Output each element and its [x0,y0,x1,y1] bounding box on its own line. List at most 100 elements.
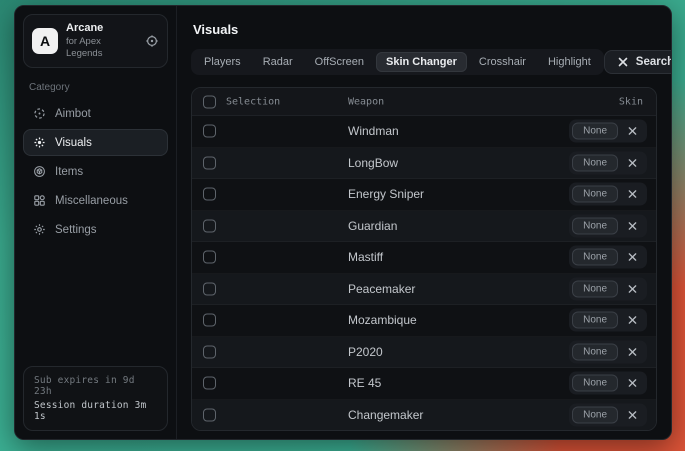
table-row: LongBow None [192,148,656,180]
table-row: Guardian None [192,211,656,243]
weapon-name: Guardian [348,219,397,233]
table-row: RE 45 None [192,368,656,400]
row-checkbox[interactable] [203,188,216,201]
table-row: Mastiff None [192,242,656,274]
main-panel: Visuals Players Radar OffScreen Skin Cha… [177,6,671,439]
items-cube-icon [33,165,46,178]
tab-crosshair[interactable]: Crosshair [469,52,536,72]
table-body: Windman None LongBow None Energy Sniper [192,116,656,430]
skin-table: Selection Weapon Skin Windman None LongB… [191,87,657,431]
sidebar-item-label: Settings [55,224,97,236]
skin-value-chip[interactable]: None [572,249,618,266]
clear-skin-icon[interactable] [628,158,637,167]
weapon-name: Peacemaker [348,282,415,296]
skin-cell: None [569,151,647,174]
sidebar-item-items[interactable]: Items [23,158,168,185]
skin-cell: None [569,372,647,395]
clear-skin-icon[interactable] [628,221,637,230]
skin-value-chip[interactable]: None [572,312,618,329]
skin-value-chip[interactable]: None [572,123,618,140]
select-all-checkbox[interactable] [203,95,216,108]
app-window: A Arcane for Apex Legends Category [14,5,672,440]
clear-skin-icon[interactable] [628,190,637,199]
skin-value-chip[interactable]: None [572,375,618,392]
weapon-name: Mozambique [348,313,417,327]
row-checkbox[interactable] [203,345,216,358]
table-row: Energy Sniper None [192,179,656,211]
skin-cell: None [569,403,647,426]
tab-players[interactable]: Players [194,52,251,72]
table-row: Changemaker None [192,400,656,431]
toolbar: Players Radar OffScreen Skin Changer Cro… [191,49,657,75]
clear-skin-icon[interactable] [628,127,637,136]
weapon-name: P2020 [348,345,383,359]
sidebar-item-label: Items [55,166,83,178]
column-header-weapon: Weapon [348,96,384,107]
weapon-name: Mastiff [348,250,383,264]
sidebar-item-settings[interactable]: Settings [23,216,168,243]
page-title: Visuals [193,22,655,37]
sidebar-item-visuals[interactable]: Visuals [23,129,168,156]
sub-expiry-text: Sub expires in 9d 23h [34,375,157,397]
row-checkbox[interactable] [203,408,216,421]
sidebar: A Arcane for Apex Legends Category [15,6,177,439]
table-row: Peacemaker None [192,274,656,306]
clear-skin-icon[interactable] [628,284,637,293]
skin-cell: None [569,309,647,332]
clear-skin-icon[interactable] [628,410,637,419]
row-checkbox[interactable] [203,219,216,232]
clear-skin-icon[interactable] [628,379,637,388]
row-checkbox[interactable] [203,251,216,264]
table-row: Mozambique None [192,305,656,337]
clear-skin-icon[interactable] [628,347,637,356]
skin-cell: None [569,183,647,206]
target-icon[interactable] [145,34,159,48]
weapon-name: Energy Sniper [348,187,424,201]
sidebar-item-aimbot[interactable]: Aimbot [23,100,168,127]
search-button-label: Search [636,56,672,68]
skin-value-chip[interactable]: None [572,217,618,234]
column-header-skin: Skin [619,96,643,107]
search-button-icon [618,57,628,67]
app-logo: A [32,28,58,54]
row-checkbox[interactable] [203,125,216,138]
weapon-name: Changemaker [348,408,423,422]
skin-cell: None [569,214,647,237]
sidebar-item-miscellaneous[interactable]: Miscellaneous [23,187,168,214]
tab-highlight[interactable]: Highlight [538,52,601,72]
skin-value-chip[interactable]: None [572,343,618,360]
tab-offscreen[interactable]: OffScreen [305,52,374,72]
aimbot-crosshair-icon [33,107,46,120]
skin-value-chip[interactable]: None [572,406,618,423]
clear-skin-icon[interactable] [628,316,637,325]
skin-cell: None [569,120,647,143]
app-subtitle: for Apex Legends [66,36,137,61]
sidebar-item-label: Aimbot [55,108,91,120]
skin-value-chip[interactable]: None [572,280,618,297]
row-checkbox[interactable] [203,156,216,169]
app-name: Arcane [66,22,137,36]
tab-bar: Players Radar OffScreen Skin Changer Cro… [191,49,604,75]
skin-value-chip[interactable]: None [572,154,618,171]
skin-cell: None [569,246,647,269]
table-row: Windman None [192,116,656,148]
row-checkbox[interactable] [203,282,216,295]
skin-cell: None [569,340,647,363]
weapon-name: RE 45 [348,376,381,390]
search-button[interactable]: Search [604,50,672,74]
table-header: Selection Weapon Skin [192,88,656,116]
gear-icon [33,223,46,236]
skin-cell: None [569,277,647,300]
table-row: P2020 None [192,337,656,369]
weapon-name: LongBow [348,156,398,170]
tab-skin-changer[interactable]: Skin Changer [376,52,467,72]
row-checkbox[interactable] [203,377,216,390]
skin-value-chip[interactable]: None [572,186,618,203]
session-duration-text: Session duration 3m 1s [34,400,157,422]
tab-radar[interactable]: Radar [253,52,303,72]
app-header-card: A Arcane for Apex Legends [23,14,168,68]
clear-skin-icon[interactable] [628,253,637,262]
visuals-starburst-icon [33,136,46,149]
sidebar-item-label: Miscellaneous [55,195,128,207]
row-checkbox[interactable] [203,314,216,327]
